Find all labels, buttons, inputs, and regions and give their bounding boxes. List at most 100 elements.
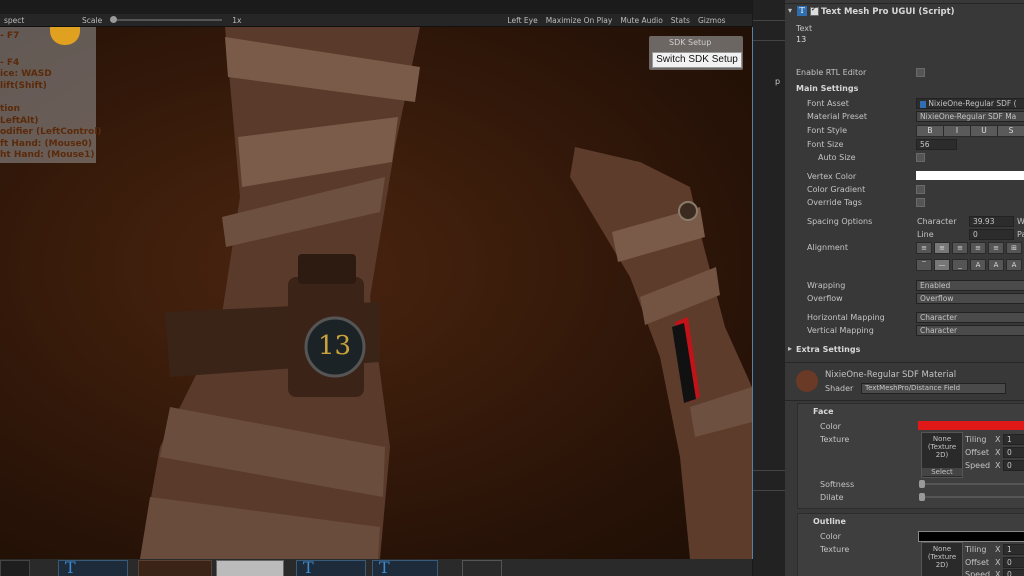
text-area[interactable]: 13	[796, 35, 806, 44]
vertex-color-swatch[interactable]	[916, 171, 1024, 180]
extra-settings-header[interactable]: Extra Settings	[796, 345, 860, 354]
face-color-swatch[interactable]	[918, 421, 1024, 430]
game-viewport[interactable]: 13	[0, 27, 753, 559]
auto-size-label: Auto Size	[818, 153, 856, 162]
dilate-label: Dilate	[820, 493, 844, 502]
override-tags-label: Override Tags	[807, 198, 862, 207]
enable-rtl-label: Enable RTL Editor	[796, 68, 867, 77]
align-middle-icon[interactable]: —	[934, 259, 950, 271]
vertex-color-label: Vertex Color	[807, 172, 857, 181]
font-asset-field[interactable]: NixieOne-Regular SDF (	[916, 98, 1024, 109]
scale-slider[interactable]	[110, 16, 223, 23]
overlay-line: lift(Shift)	[0, 81, 47, 91]
speed-x-field[interactable]: 0	[1003, 460, 1024, 471]
font-asset-value: NixieOne-Regular SDF (	[928, 99, 1017, 108]
offset-x-field[interactable]: 0	[1003, 447, 1024, 458]
overflow-dropdown[interactable]: Overflow	[916, 293, 1024, 304]
dilate-slider[interactable]	[919, 493, 1024, 501]
align-justify-icon[interactable]: ≡	[970, 242, 986, 254]
align-top-icon[interactable]: ‾	[916, 259, 932, 271]
display-dropdown[interactable]: Left Eye	[503, 16, 541, 25]
outline-speed-x-field[interactable]: 0	[1003, 569, 1024, 576]
font-size-field[interactable]: 56	[916, 139, 957, 150]
text-label: Text	[796, 24, 813, 33]
softness-slider-knob[interactable]	[919, 480, 925, 488]
outline-color-swatch[interactable]	[918, 531, 1024, 542]
font-size-label: Font Size	[807, 140, 844, 149]
texture-thumbnail[interactable]	[216, 560, 284, 576]
asset-thumbnail[interactable]: T	[372, 559, 438, 576]
font-asset-glyph: T	[65, 559, 76, 576]
outline-tiling-x-field[interactable]: 1	[1003, 544, 1024, 555]
outline-offset-x-field[interactable]: 0	[1003, 557, 1024, 568]
divider	[753, 490, 785, 491]
maximize-on-play-toggle[interactable]: Maximize On Play	[542, 16, 617, 25]
font-style-italic-button[interactable]: I	[943, 125, 971, 137]
font-style-bold-button[interactable]: B	[916, 125, 944, 137]
overlay-line: ice: WASD	[0, 69, 52, 79]
color-gradient-checkbox[interactable]	[916, 185, 925, 194]
game-title-strip	[0, 0, 752, 14]
tiling-x-label: X	[995, 435, 1001, 444]
mute-audio-toggle[interactable]: Mute Audio	[616, 16, 666, 25]
material-preview-icon	[796, 370, 818, 392]
asset-thumbnail[interactable]	[0, 560, 30, 576]
shader-dropdown[interactable]: TextMeshPro/Distance Field	[861, 383, 1006, 394]
horizontal-mapping-label: Horizontal Mapping	[807, 313, 885, 322]
align-left-icon[interactable]: ≡	[916, 242, 932, 254]
align-flush-icon[interactable]: ≡	[988, 242, 1004, 254]
speed-label: Speed	[965, 570, 991, 576]
override-tags-checkbox[interactable]	[916, 198, 925, 207]
font-style-strike-button[interactable]: S	[997, 125, 1024, 137]
switch-sdk-setup-button[interactable]: Switch SDK Setup	[652, 52, 742, 68]
tiling-x-field[interactable]: 1	[1003, 434, 1024, 445]
align-right-icon[interactable]: ≡	[952, 242, 968, 254]
enable-rtl-checkbox[interactable]	[916, 68, 925, 77]
outline-texture-slot[interactable]: None (Texture 2D)	[921, 542, 963, 576]
horizontal-mapping-dropdown[interactable]: Character	[916, 312, 1024, 323]
font-asset-icon	[920, 100, 926, 108]
material-thumbnail[interactable]	[138, 560, 212, 576]
keybinding-overlay: - F7 - F4 ice: WASD lift(Shift) tion Lef…	[0, 27, 102, 163]
softness-slider[interactable]	[919, 480, 1024, 488]
font-style-underline-button[interactable]: U	[970, 125, 998, 137]
scale-slider-knob[interactable]	[110, 16, 118, 23]
font-asset-glyph: T	[379, 559, 390, 576]
outline-header[interactable]: Outline	[813, 517, 846, 526]
wrapping-label: Wrapping	[807, 281, 846, 290]
align-midline-icon[interactable]: A	[988, 259, 1004, 271]
face-header[interactable]: Face	[813, 407, 834, 416]
asset-thumbnail[interactable]: T	[296, 559, 366, 576]
gizmos-dropdown[interactable]: Gizmos	[694, 16, 730, 25]
aspect-dropdown[interactable]: spect	[0, 16, 78, 25]
outline-texture-label: Texture	[820, 545, 850, 554]
component-enabled-checkbox[interactable]: ✓	[810, 5, 819, 16]
face-texture-slot[interactable]: None (Texture 2D) Select	[921, 432, 963, 478]
character-spacing-field[interactable]: 39.93	[969, 216, 1014, 227]
align-geometry-icon[interactable]: ⊞	[1006, 242, 1022, 254]
material-preset-dropdown[interactable]: NixieOne-Regular SDF Ma	[916, 111, 1024, 122]
line-spacing-field[interactable]: 0	[969, 229, 1014, 240]
foldout-arrow[interactable]: ▸	[788, 344, 792, 353]
foldout-arrow[interactable]: ▾	[788, 6, 792, 15]
asset-thumbnail[interactable]: T	[58, 559, 128, 576]
outline-color-label: Color	[820, 532, 841, 541]
material-preset-label: Material Preset	[807, 112, 867, 121]
wrapping-dropdown[interactable]: Enabled	[916, 280, 1024, 291]
texture-select-button[interactable]: Select	[922, 468, 962, 476]
align-center-icon[interactable]: ≡	[934, 242, 950, 254]
component-icon: T	[797, 6, 807, 16]
dilate-slider-knob[interactable]	[919, 493, 925, 501]
hierarchy-edge: p	[753, 0, 785, 576]
align-baseline-icon[interactable]: A	[970, 259, 986, 271]
game-view-toolbar: spect Scale 1x Left Eye Maximize On Play…	[0, 14, 752, 27]
auto-size-checkbox[interactable]	[916, 153, 925, 162]
texture-none: None	[932, 545, 952, 553]
vertical-mapping-dropdown[interactable]: Character	[916, 325, 1024, 336]
divider	[753, 40, 785, 41]
align-capline-icon[interactable]: A	[1006, 259, 1022, 271]
asset-thumbnail[interactable]	[462, 560, 502, 576]
overlay-line: odifier (LeftControl)	[0, 127, 102, 137]
align-bottom-icon[interactable]: _	[952, 259, 968, 271]
stats-toggle[interactable]: Stats	[667, 16, 694, 25]
